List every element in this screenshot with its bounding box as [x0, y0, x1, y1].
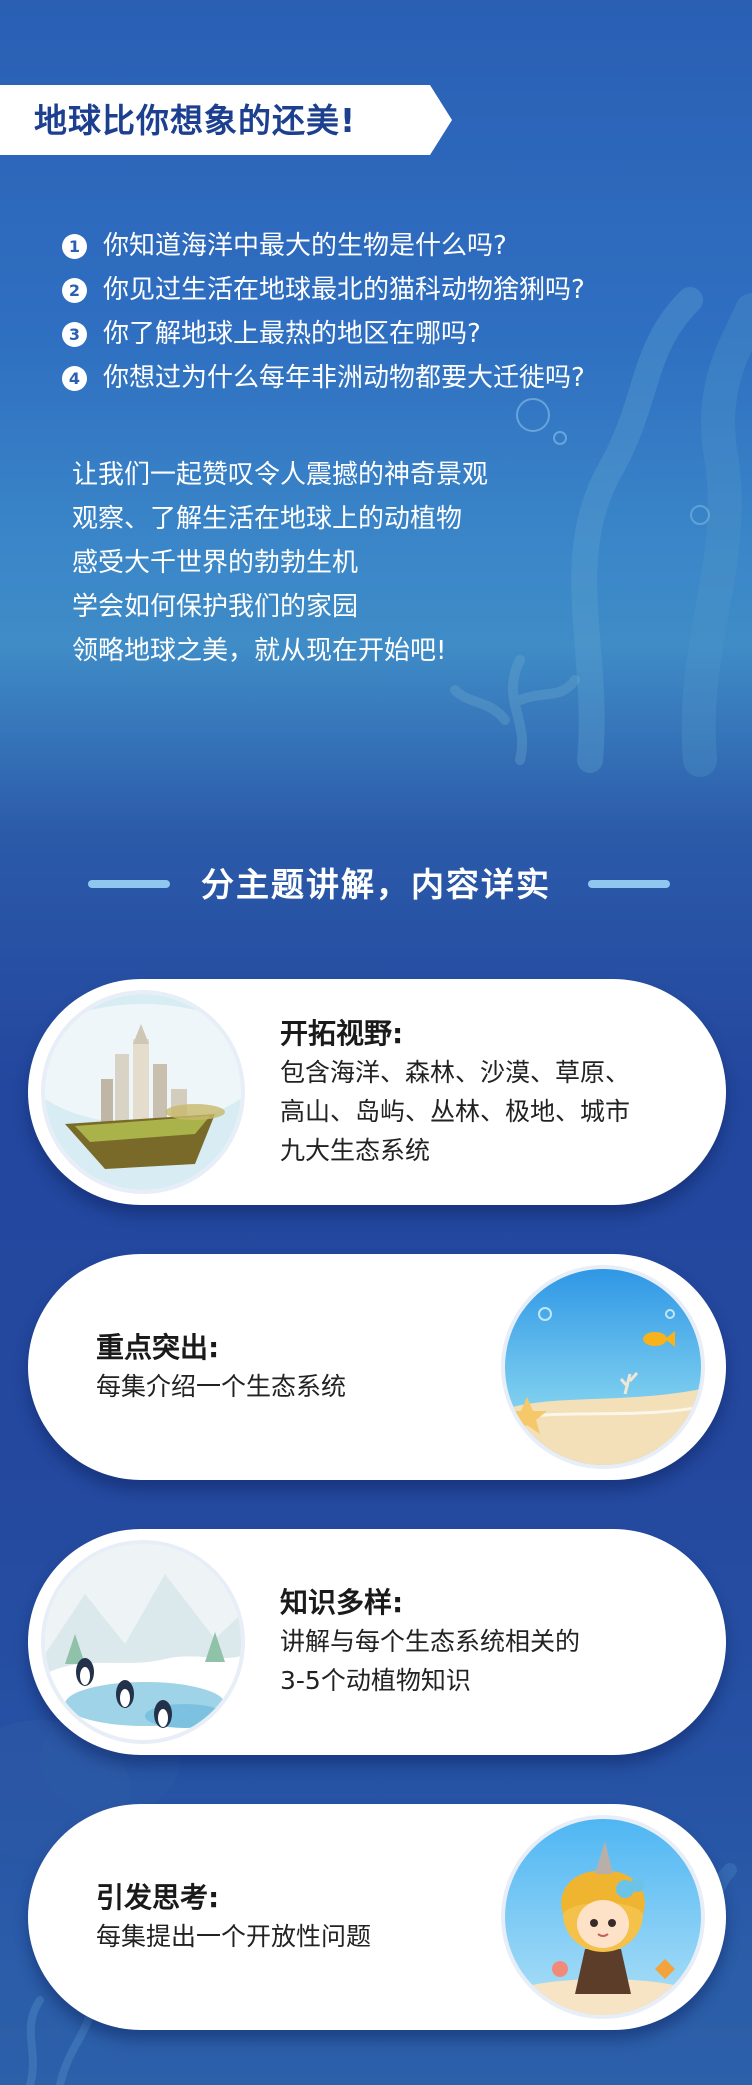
- page: 地球比你想象的还美! 1 你知道海洋中最大的生物是什么吗? 2 你见过生活在地球…: [0, 0, 752, 2085]
- list-item: 3 你了解地球上最热的地区在哪吗?: [62, 312, 742, 356]
- feature-card: 引发思考: 每集提出一个开放性问题: [28, 1804, 726, 2030]
- ocean-beach-icon: [505, 1269, 701, 1465]
- card-line: 每集提出一个开放性问题: [96, 1921, 372, 1951]
- card-text: 开拓视野: 包含海洋、森林、沙漠、草原、 高山、岛屿、丛林、极地、城市 九大生态…: [280, 979, 630, 1205]
- intro-paragraph: 让我们一起赞叹令人震撼的神奇景观 观察、了解生活在地球上的动植物 感受大千世界的…: [72, 453, 712, 673]
- card-line: 讲解与每个生态系统相关的: [280, 1627, 581, 1656]
- penguins-snow-icon: [45, 1544, 241, 1740]
- card-heading: 知识多样:: [280, 1586, 404, 1619]
- floating-city-island-icon: [45, 994, 241, 1190]
- question-text: 你了解地球上最热的地区在哪吗?: [103, 319, 481, 349]
- intro-line: 让我们一起赞叹令人震撼的神奇景观: [72, 460, 489, 490]
- question-list: 1 你知道海洋中最大的生物是什么吗? 2 你见过生活在地球最北的猫科动物猞猁吗?…: [62, 224, 742, 400]
- question-text: 你知道海洋中最大的生物是什么吗?: [103, 231, 507, 261]
- card-line: 包含海洋、森林、沙漠、草原、: [280, 1057, 631, 1087]
- card-line: 3-5个动植物知识: [280, 1666, 471, 1695]
- card-heading: 开拓视野:: [280, 1016, 404, 1050]
- card-text: 知识多样: 讲解与每个生态系统相关的 3-5个动植物知识: [280, 1529, 580, 1755]
- number-badge: 4: [62, 365, 87, 391]
- card-heading: 引发思考:: [96, 1880, 220, 1914]
- list-item: 4 你想过为什么每年非洲动物都要大迁徙吗?: [62, 356, 742, 400]
- feature-card: 重点突出: 每集介绍一个生态系统: [28, 1254, 726, 1480]
- number-badge: 1: [62, 233, 87, 259]
- intro-line: 感受大千世界的勃勃生机: [72, 548, 359, 578]
- page-title: 地球比你想象的还美!: [34, 101, 357, 140]
- list-item: 1 你知道海洋中最大的生物是什么吗?: [62, 224, 742, 268]
- number-badge: 2: [62, 277, 87, 303]
- card-line: 九大生态系统: [280, 1135, 431, 1165]
- section-title: 分主题讲解，内容详实: [201, 865, 551, 904]
- intro-line: 观察、了解生活在地球上的动植物: [72, 504, 463, 534]
- card-line: 高山、岛屿、丛林、极地、城市: [280, 1096, 631, 1126]
- cartoon-girl-icon: [505, 1819, 701, 2015]
- intro-line: 领略地球之美，就从现在开始吧!: [72, 636, 447, 666]
- feature-card: 开拓视野: 包含海洋、森林、沙漠、草原、 高山、岛屿、丛林、极地、城市 九大生态…: [28, 979, 726, 1205]
- intro-line: 学会如何保护我们的家园: [72, 592, 359, 622]
- card-line: 每集介绍一个生态系统: [96, 1371, 347, 1401]
- card-text: 引发思考: 每集提出一个开放性问题: [96, 1804, 371, 2030]
- list-item: 2 你见过生活在地球最北的猫科动物猞猁吗?: [62, 268, 742, 312]
- question-text: 你想过为什么每年非洲动物都要大迁徙吗?: [103, 363, 585, 393]
- card-text: 重点突出: 每集介绍一个生态系统: [96, 1254, 346, 1480]
- number-badge: 3: [62, 321, 87, 347]
- question-text: 你见过生活在地球最北的猫科动物猞猁吗?: [103, 275, 585, 305]
- card-heading: 重点突出:: [96, 1330, 220, 1364]
- feature-card: 知识多样: 讲解与每个生态系统相关的 3-5个动植物知识: [28, 1529, 726, 1755]
